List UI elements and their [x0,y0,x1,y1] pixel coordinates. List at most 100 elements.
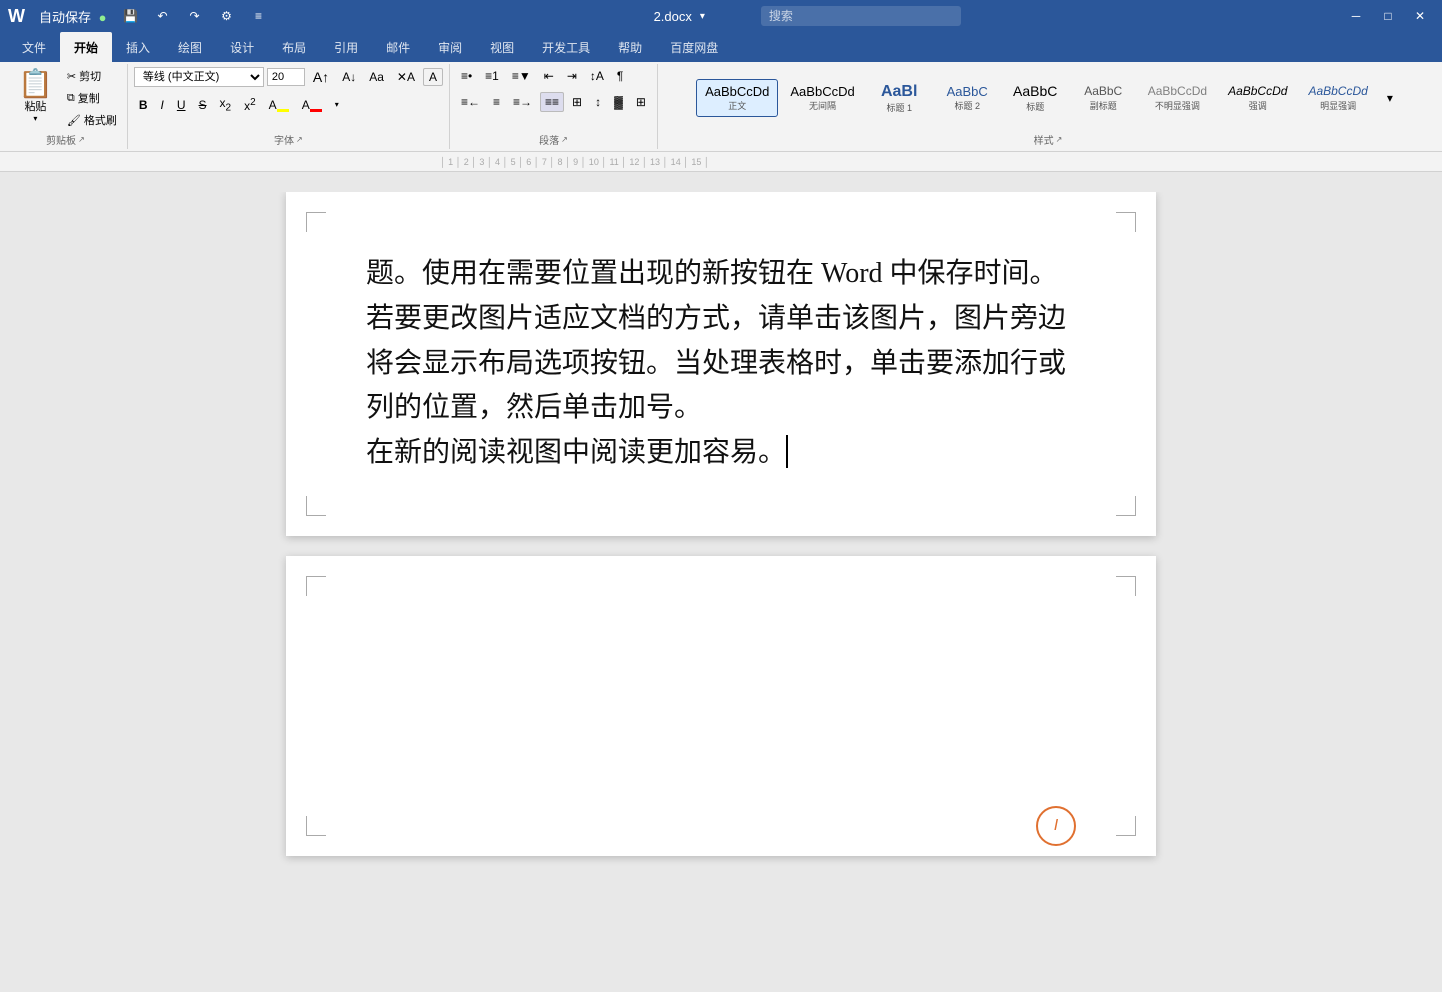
page-2[interactable]: I [286,556,1156,856]
autosave-toggle[interactable]: 自动保存 ● [33,5,113,28]
copy-icon: ⧉ [67,92,75,105]
style-preview-subtle-emphasis: AaBbCcDd [1148,84,1207,98]
decrease-font-size-button[interactable]: A↓ [337,67,361,87]
font-family-select[interactable]: 等线 (中文正文) [134,67,264,87]
style-item-normal[interactable]: AaBbCcDd 正文 [696,79,778,118]
style-item-title[interactable]: AaBbC 标题 [1003,78,1068,118]
style-item-heading1[interactable]: AaBl 标题 1 [867,77,932,119]
page-1[interactable]: 题。使用在需要位置出现的新按钮在 Word 中保存时间。 若要更改图片适应文档的… [286,192,1156,536]
style-preview-heading1: AaBl [881,82,917,101]
multilevel-button[interactable]: ≡▼ [507,66,536,86]
close-button[interactable]: ✕ [1406,2,1434,30]
maximize-button[interactable]: □ [1374,2,1402,30]
clear-formatting-button[interactable]: ✕A [392,67,420,87]
ribbon-tab-开发工具[interactable]: 开发工具 [528,32,604,62]
more-commands-button[interactable]: ⚙ [213,2,241,30]
ribbon-tab-引用[interactable]: 引用 [320,32,372,62]
redo-button[interactable]: ↷ [181,2,209,30]
style-item-intense-emphasis[interactable]: AaBbCcDd 明显强调 [1299,79,1376,116]
show-marks-button[interactable]: ¶ [612,66,628,86]
cut-button[interactable]: ✂ 剪切 [63,66,121,86]
change-case-button[interactable]: Aa [364,67,389,87]
ribbon-tab-设计[interactable]: 设计 [216,32,268,62]
style-name-title: 标题 [1026,100,1044,113]
page-1-text: 题。使用在需要位置出现的新按钮在 Word 中保存时间。 [366,258,1058,289]
undo-button[interactable]: ↶ [149,2,177,30]
align-right-button[interactable]: ≡→ [508,92,537,112]
ribbon-tab-布局[interactable]: 布局 [268,32,320,62]
ribbon-tab-百度网盘[interactable]: 百度网盘 [656,32,732,62]
paragraph-group-label: 段落 ↗ [539,130,568,147]
font-expand-icon[interactable]: ↗ [296,135,303,144]
style-item-emphasis[interactable]: AaBbCcDd 强调 [1219,79,1296,116]
font-color-button[interactable]: A [297,95,327,115]
borders-button[interactable]: ⊞ [631,92,651,112]
ribbon-tab-视图[interactable]: 视图 [476,32,528,62]
underline-button[interactable]: U [172,95,191,115]
page-1-content[interactable]: 题。使用在需要位置出现的新按钮在 Word 中保存时间。 若要更改图片适应文档的… [366,252,1076,476]
cut-label: 剪切 [79,68,101,84]
paragraph-expand-icon[interactable]: ↗ [561,135,568,144]
numbering-button[interactable]: ≡1 [480,66,504,86]
paragraph-group: ≡• ≡1 ≡▼ ⇤ ⇥ ↕A ¶ ≡← ≡ ≡→ ≡≡ ⊞ ↕ ▓ ⊞ 段落 … [450,64,658,149]
clipboard-small-buttons: ✂ 剪切 ⧉ 复制 🖌 格式刷 [63,66,121,130]
font-color-dropdown[interactable]: ▾ [330,97,344,112]
style-preview-normal: AaBbCcDd [705,84,769,100]
ribbon-tab-邮件[interactable]: 邮件 [372,32,424,62]
search-input[interactable] [761,6,961,26]
page-cursor-circle: I [1036,806,1076,846]
justify-button[interactable]: ≡≡ [540,92,564,112]
paste-label: 粘贴 [24,98,46,114]
ribbon-tab-审阅[interactable]: 审阅 [424,32,476,62]
save-button[interactable]: 💾 [117,2,145,30]
style-item-nospacing[interactable]: AaBbCcDd 无间隔 [781,79,863,118]
font-size-input[interactable] [267,68,305,86]
style-preview-nospacing: AaBbCcDd [790,84,854,100]
ribbon-tab-绘图[interactable]: 绘图 [164,32,216,62]
copy-button[interactable]: ⧉ 复制 [63,88,121,108]
customize-button[interactable]: ≡ [245,2,273,30]
minimize-button[interactable]: ─ [1342,2,1370,30]
align-left-button[interactable]: ≡← [456,92,485,112]
bullets-button[interactable]: ≡• [456,66,477,86]
increase-indent-button[interactable]: ⇥ [562,66,582,86]
sort-button[interactable]: ↕A [585,66,609,86]
page-2-corner-tr [1116,576,1136,596]
ribbon-tab-文件[interactable]: 文件 [8,32,60,62]
page-corner-bl [306,496,326,516]
text-highlight-button[interactable]: A [264,95,294,115]
line-spacing-button[interactable]: ↕ [590,92,606,112]
style-item-subtle-emphasis[interactable]: AaBbCcDd 不明显强调 [1139,79,1216,116]
style-item-subtitle[interactable]: AaBbC 副标题 [1071,79,1136,116]
style-item-heading2[interactable]: AaBbC 标题 2 [935,79,1000,118]
subscript-button[interactable]: x2 [215,93,237,116]
align-center-button[interactable]: ≡ [488,92,505,112]
styles-group-label: 样式 ↗ [1034,130,1063,147]
style-name-heading2: 标题 2 [954,99,980,112]
font-group-content: 等线 (中文正文) A↑ A↓ Aa ✕A A B I U S x2 x2 A … [134,66,443,130]
shading-button[interactable]: ▓ [609,92,628,112]
italic-button[interactable]: I [156,95,169,115]
styles-expand-icon[interactable]: ↗ [1056,135,1063,144]
bold-button[interactable]: B [134,95,153,115]
ribbon-tab-帮助[interactable]: 帮助 [604,32,656,62]
paragraph-row1: ≡• ≡1 ≡▼ ⇤ ⇥ ↕A ¶ [456,66,628,86]
format-painter-button[interactable]: 🖌 格式刷 [63,110,121,130]
superscript-button[interactable]: x2 [239,94,261,116]
clipboard-expand-icon[interactable]: ↗ [78,135,85,144]
paste-button[interactable]: 📋 粘贴 ▾ [10,66,61,127]
text-cursor [786,435,788,469]
ribbon-tab-插入[interactable]: 插入 [112,32,164,62]
ribbon-bar: 📋 粘贴 ▾ ✂ 剪切 ⧉ 复制 🖌 格式刷 剪贴板 [0,62,1442,152]
columns-button[interactable]: ⊞ [567,92,587,112]
paste-dropdown[interactable]: ▾ [33,114,37,123]
page-corner-tr [1116,212,1136,232]
ribbon-tab-开始[interactable]: 开始 [60,32,112,62]
decrease-indent-button[interactable]: ⇤ [539,66,559,86]
styles-more-button[interactable]: ▾ [1380,66,1400,130]
strikethrough-button[interactable]: S [194,95,212,115]
increase-font-size-button[interactable]: A↑ [308,66,334,88]
all-caps-button[interactable]: A [423,68,443,86]
file-dropdown-icon[interactable]: ▾ [700,11,705,22]
page-2-corner-tl [306,576,326,596]
